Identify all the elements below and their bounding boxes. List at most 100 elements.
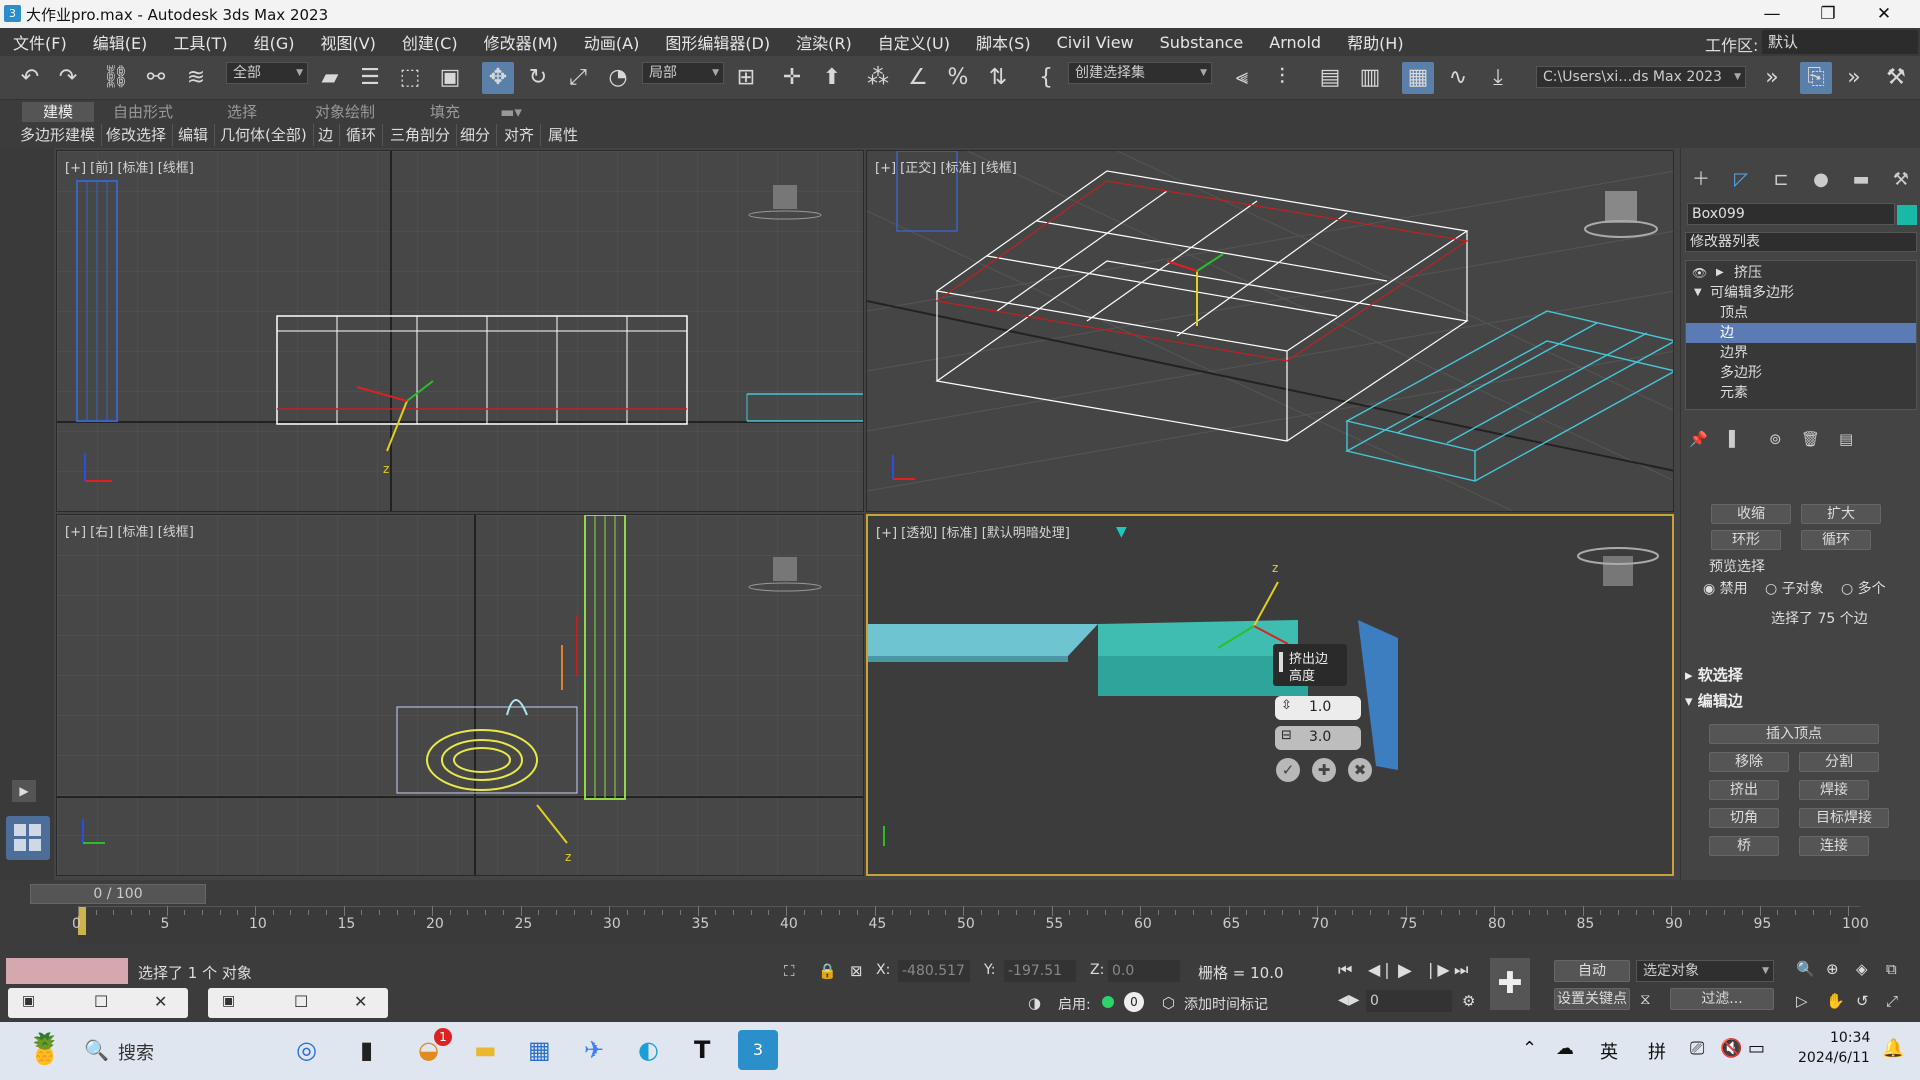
filter-icon[interactable]: ▼ (1116, 524, 1127, 540)
snap-2-5-icon[interactable]: ⁂ (862, 62, 894, 94)
menu-substance[interactable]: Substance (1147, 33, 1257, 52)
collapse-icon[interactable]: ▼ (1694, 283, 1702, 303)
stack-item-edge[interactable]: 边 (1686, 323, 1916, 343)
weld-button[interactable]: 焊接 (1799, 780, 1869, 800)
link-icon[interactable]: ⛓ (100, 62, 132, 94)
select-move-icon[interactable]: ✥ (482, 62, 514, 94)
floating-window-2-restore-icon[interactable]: ☐ (294, 992, 308, 1011)
ribbon-tris[interactable]: 三角剖分 (384, 124, 458, 146)
caddy-height-value[interactable]: 1.0 (1309, 699, 1331, 715)
search-icon[interactable]: 🔍 (84, 1038, 109, 1062)
ribbon-edges[interactable]: 边 (312, 124, 341, 146)
3dsmax-taskbar-icon[interactable]: 3 (738, 1030, 778, 1070)
menu-customize[interactable]: 自定义(U) (865, 30, 963, 54)
ribbon-align[interactable]: 对齐 (498, 124, 542, 146)
workspace-dropdown[interactable]: 默认 (1762, 30, 1918, 54)
floating-window-2[interactable]: ▣ ☐ ✕ (208, 988, 388, 1018)
ribbon-poly-modeling[interactable]: 多边形建模 (14, 124, 103, 146)
viewport-ortho-label[interactable]: [+] [正交] [标准] [线框] (875, 157, 1017, 176)
viewport-right-label[interactable]: [+] [右] [标准] [线框] (65, 521, 194, 540)
keyboard-shortcut-icon[interactable]: ⬆ (816, 62, 848, 94)
goto-start-icon[interactable]: ⏮ (1338, 960, 1352, 980)
select-object-icon[interactable]: ▰ (314, 62, 346, 94)
menu-tools[interactable]: 工具(T) (160, 30, 240, 54)
typora-icon[interactable]: T (694, 1036, 710, 1064)
task-view-icon[interactable]: ▮ (360, 1036, 373, 1064)
ref-coord-dropdown[interactable]: 局部 (642, 62, 724, 84)
copilot-icon[interactable]: ◎ (296, 1036, 317, 1064)
ring-button[interactable]: 环形 (1711, 530, 1781, 550)
zoom-all-icon[interactable]: ⊕ (1826, 960, 1839, 978)
placement-icon[interactable]: ◔ (602, 62, 634, 94)
play-toggle-icon[interactable]: ▶ (12, 780, 36, 802)
menu-modifiers[interactable]: 修改器(M) (471, 30, 571, 54)
zoom-icon[interactable]: 🔍 (1796, 960, 1815, 978)
edit-edges-rollout[interactable]: ▾ 编辑边 (1685, 690, 1913, 712)
maximize-button[interactable]: ❐ (1800, 0, 1856, 28)
stack-item-element[interactable]: 元素 (1686, 383, 1916, 403)
tab-populate[interactable]: 填充 (420, 102, 470, 122)
selection-filter-dropdown[interactable]: 全部 (226, 62, 308, 84)
curve-editor-icon[interactable]: ∿ (1442, 62, 1474, 94)
make-unique-icon[interactable]: ⊚ (1769, 430, 1782, 448)
play-icon[interactable]: ▶ (1398, 960, 1412, 981)
current-frame-field[interactable]: 0 (1366, 990, 1452, 1012)
tab-object-paint[interactable]: 对象绘制 (300, 102, 390, 122)
loop-button[interactable]: 循环 (1801, 530, 1871, 550)
zoom-extents-all-icon[interactable]: ⧉ (1886, 960, 1897, 978)
target-weld-button[interactable]: 目标焊接 (1799, 808, 1889, 828)
spinner-snap-icon[interactable]: ⇅ (982, 62, 1014, 94)
remove-button[interactable]: 移除 (1709, 752, 1789, 772)
configure-sets-icon[interactable]: ▤ (1839, 430, 1853, 448)
menu-rendering[interactable]: 渲染(R) (783, 30, 865, 54)
stack-item-polygon[interactable]: 多边形 (1686, 363, 1916, 383)
pineapple-widget-icon[interactable]: 🍍 (26, 1032, 63, 1067)
adaptive-degradation-icon[interactable]: ◑ (1028, 994, 1041, 1012)
modifier-list-dropdown[interactable]: 修改器列表 (1685, 232, 1917, 252)
store-icon[interactable]: ▦ (528, 1036, 551, 1064)
create-tab-icon[interactable]: ＋ (1689, 168, 1713, 192)
stack-item-squeeze[interactable]: 👁 ▶ 挤压 (1686, 263, 1916, 283)
floating-window-1-close-icon[interactable]: ✕ (154, 992, 167, 1011)
menu-help[interactable]: 帮助(H) (1334, 30, 1417, 54)
clock-time[interactable]: 10:34 (1830, 1030, 1870, 1046)
window-crossing-icon[interactable]: ▣ (434, 62, 466, 94)
shrink-button[interactable]: 收缩 (1711, 504, 1791, 524)
floating-window-2-close-icon[interactable]: ✕ (354, 992, 367, 1011)
radio-subobject[interactable]: ○ 子对象 (1765, 578, 1824, 598)
volume-icon[interactable]: 🔇 (1720, 1038, 1742, 1059)
caddy-height-input[interactable]: ⇳ 1.0 (1275, 696, 1361, 720)
field-of-view-icon[interactable]: ▷ (1796, 992, 1808, 1010)
manipulate-icon[interactable]: ✛ (776, 62, 808, 94)
expand-icon[interactable]: ▶ (1716, 263, 1724, 283)
pivot-center-icon[interactable]: ⊞ (730, 62, 762, 94)
add-time-tag[interactable]: 添加时间标记 (1184, 994, 1268, 1014)
radio-disabled[interactable]: ◉ 禁用 (1703, 578, 1748, 598)
ribbon-subdivision[interactable]: 细分 (454, 124, 498, 146)
zoom-extents-icon[interactable]: ◈ (1856, 960, 1868, 978)
object-name-field[interactable]: Box099 (1687, 203, 1895, 225)
caddy-apply-icon[interactable]: ✚ (1312, 758, 1336, 782)
isolate-icon[interactable]: ⛶ (784, 962, 795, 980)
display-tab-icon[interactable]: ▬ (1849, 168, 1873, 192)
next-frame-icon[interactable]: ❘▶ (1424, 960, 1450, 979)
hierarchy-tab-icon[interactable]: ⊏ (1769, 168, 1793, 192)
redo-icon[interactable]: ↷ (52, 62, 84, 94)
menu-arnold[interactable]: Arnold (1256, 33, 1334, 52)
viewport-front-label[interactable]: [+] [前] [标准] [线框] (65, 157, 194, 176)
key-filters-icon[interactable]: ⧖ (1640, 990, 1651, 1008)
scene-explorer-icon[interactable]: ▤ (1314, 62, 1346, 94)
set-key-icon[interactable]: ✚ (1490, 958, 1530, 1010)
key-filter-dropdown[interactable]: 选定对象 (1636, 960, 1774, 982)
mirror-icon[interactable]: ⫷ (1226, 62, 1258, 94)
floating-window-1[interactable]: ▣ ☐ ✕ (8, 988, 188, 1018)
time-config-icon[interactable]: ⚙ (1462, 992, 1475, 1010)
select-scale-icon[interactable]: ⤢ (562, 62, 594, 94)
ribbon-loops[interactable]: 循环 (340, 124, 384, 146)
minimize-button[interactable]: — (1744, 0, 1800, 28)
object-color-swatch[interactable] (1897, 205, 1917, 225)
file-explorer-icon[interactable]: ▬ (474, 1036, 497, 1064)
grow-button[interactable]: 扩大 (1801, 504, 1881, 524)
ime-english[interactable]: 英 (1600, 1038, 1618, 1064)
close-button[interactable]: ✕ (1856, 0, 1912, 28)
